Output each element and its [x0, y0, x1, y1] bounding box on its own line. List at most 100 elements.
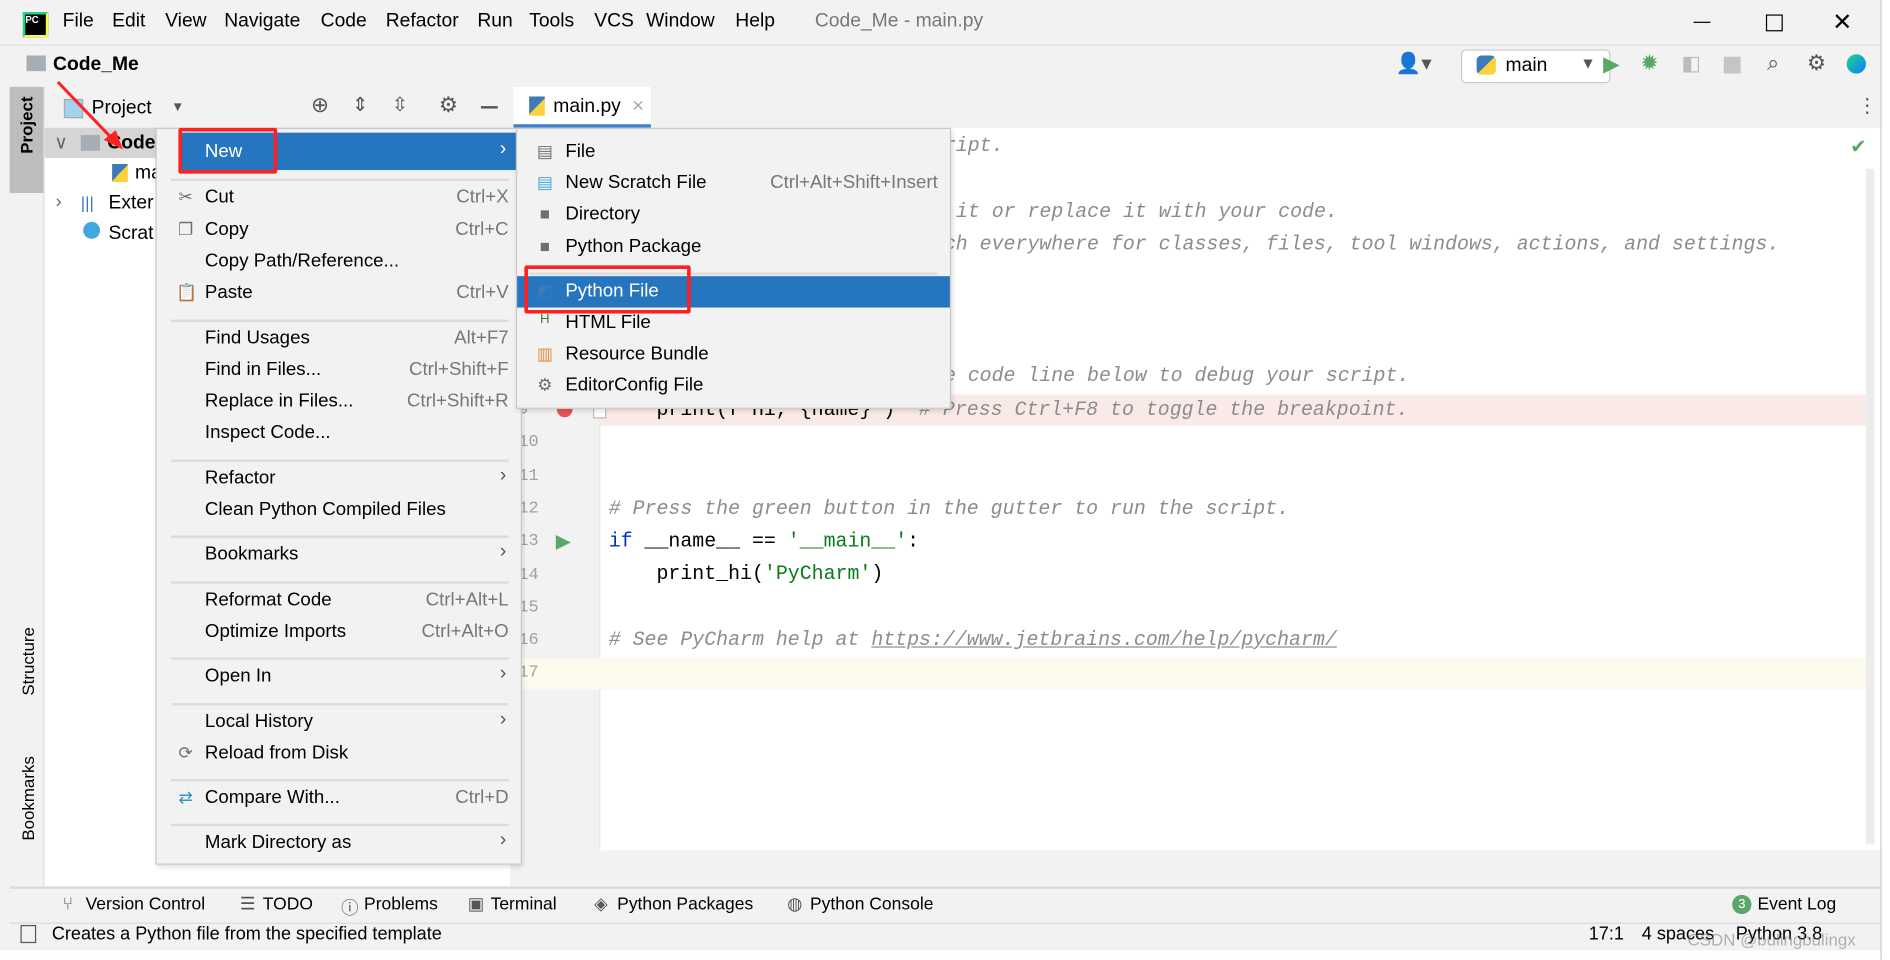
- chevron-down-icon[interactable]: ▼: [171, 100, 184, 114]
- resource-bundle-icon: ▥: [536, 343, 553, 364]
- menu-item-clean-python-compiled-files[interactable]: Clean Python Compiled Files: [157, 494, 521, 525]
- menu-item-copy-path-reference[interactable]: Copy Path/Reference...: [157, 246, 521, 277]
- editor-scrollbar[interactable]: [1865, 168, 1875, 845]
- tool-window-python-packages[interactable]: Python Packages: [617, 895, 753, 914]
- user-icon[interactable]: 👤▾: [1396, 52, 1432, 76]
- hide-icon[interactable]: [480, 106, 498, 109]
- project-breadcrumb[interactable]: Code_Me: [53, 54, 139, 76]
- minimize-button[interactable]: [1693, 21, 1711, 23]
- menu-item-open-in[interactable]: Open In ›: [157, 661, 521, 692]
- menu-item-find-usages[interactable]: Find Usages Alt+F7: [157, 323, 521, 354]
- menu-item-label: Open In: [204, 665, 272, 687]
- chevron-right-icon[interactable]: ›: [55, 192, 61, 214]
- locate-icon[interactable]: ⊕: [311, 93, 329, 118]
- maximize-button[interactable]: [1765, 14, 1783, 32]
- menu-item-label: Resource Bundle: [565, 343, 709, 365]
- run-gutter-icon[interactable]: ▶: [556, 529, 571, 553]
- coverage-icon[interactable]: ◧: [1682, 52, 1701, 76]
- bookmarks-tab[interactable]: Bookmarks: [18, 756, 37, 840]
- menu-item-label: Replace in Files...: [204, 390, 354, 412]
- menu-item-label: Refactor: [204, 467, 276, 489]
- expand-all-icon[interactable]: ⇕: [352, 93, 368, 117]
- window-shadow-right: [1880, 0, 1890, 960]
- pycharm-logo: PC: [22, 12, 49, 38]
- menu-item-resource-bundle[interactable]: ▥ Resource Bundle: [517, 339, 950, 370]
- tree-item-scratches[interactable]: Scrat: [108, 223, 153, 245]
- code-line-1: ript.: [943, 133, 1004, 157]
- tool-window-todo[interactable]: TODO: [263, 895, 313, 914]
- tool-window-version-control[interactable]: Version Control: [86, 895, 206, 914]
- menu-item-paste[interactable]: 📋 Paste Ctrl+V: [157, 278, 521, 309]
- menu-item-find-in-files[interactable]: Find in Files... Ctrl+Shift+F: [157, 354, 521, 385]
- stop-icon[interactable]: [1723, 56, 1741, 74]
- close-button[interactable]: ✕: [1832, 7, 1852, 37]
- menu-item-reformat-code[interactable]: Reformat Code Ctrl+Alt+L: [157, 584, 521, 615]
- tree-item-external-libraries[interactable]: Exter: [108, 193, 153, 215]
- menu-view[interactable]: View: [165, 11, 206, 33]
- gear-icon[interactable]: ⚙: [1807, 51, 1826, 76]
- jetbrains-toolbox-icon[interactable]: [1846, 54, 1866, 74]
- menu-item-replace-in-files[interactable]: Replace in Files... Ctrl+Shift+R: [157, 386, 521, 417]
- run-config-select[interactable]: main ▼: [1460, 49, 1611, 84]
- editorconfig-icon: ⚙: [537, 375, 553, 395]
- menu-file[interactable]: File: [63, 11, 94, 33]
- menu-item-copy[interactable]: ❐ Copy Ctrl+C: [157, 214, 521, 245]
- menu-vcs[interactable]: VCS: [594, 11, 634, 33]
- status-toggle-icon[interactable]: [20, 925, 37, 944]
- menu-item-reload-from-disk[interactable]: ⟳ Reload from Disk: [157, 738, 521, 769]
- more-icon[interactable]: ⋮: [1858, 94, 1877, 118]
- tab-main-py[interactable]: main.py ✕: [513, 86, 651, 128]
- menu-item-shortcut: Alt+F7: [454, 327, 509, 348]
- menu-item-new-scratch-file[interactable]: ▤ New Scratch File Ctrl+Alt+Shift+Insert: [517, 168, 950, 199]
- menu-item-inspect-code[interactable]: Inspect Code...: [157, 418, 521, 449]
- menu-item-optimize-imports[interactable]: Optimize Imports Ctrl+Alt+O: [157, 616, 521, 647]
- structure-tab[interactable]: Structure: [18, 627, 37, 696]
- copy-icon: ❐: [178, 219, 194, 239]
- menu-navigate[interactable]: Navigate: [224, 11, 300, 33]
- list-icon: ☰: [239, 894, 256, 915]
- menu-item-file[interactable]: ▤ File: [517, 136, 950, 167]
- tool-window-python-console[interactable]: Python Console: [810, 895, 933, 914]
- menu-item-local-history[interactable]: Local History ›: [157, 706, 521, 737]
- caret-position[interactable]: 17:1: [1589, 924, 1624, 945]
- menu-item-editorconfig-file[interactable]: ⚙ EditorConfig File: [517, 371, 950, 402]
- string-literal: 'PyCharm': [763, 561, 872, 585]
- menu-item-python-package[interactable]: ■ Python Package: [517, 231, 950, 262]
- tool-window-problems[interactable]: Problems: [364, 895, 438, 914]
- menu-item-bookmarks[interactable]: Bookmarks ›: [157, 539, 521, 570]
- menu-item-directory[interactable]: ■ Directory: [517, 199, 950, 230]
- run-icon[interactable]: ▶: [1603, 52, 1620, 77]
- collapse-all-icon[interactable]: ⇳: [392, 93, 408, 117]
- menu-refactor[interactable]: Refactor: [386, 11, 459, 33]
- scratch-file-icon: ▤: [536, 172, 553, 192]
- menu-edit[interactable]: Edit: [112, 11, 145, 33]
- project-tool-tab[interactable]: Project: [9, 86, 44, 193]
- menu-item-label: Reload from Disk: [204, 742, 349, 764]
- search-icon[interactable]: ⌕: [1767, 51, 1779, 76]
- watermark: CSDN @bulingbulingx: [1687, 929, 1856, 950]
- debug-icon[interactable]: ✹: [1641, 51, 1659, 76]
- menu-item-refactor[interactable]: Refactor ›: [157, 463, 521, 494]
- help-link[interactable]: https://www.jetbrains.com/help/pycharm/: [871, 628, 1336, 651]
- branch-icon: ⑂: [62, 894, 74, 915]
- close-tab-icon[interactable]: ✕: [632, 96, 645, 115]
- scratches-icon: [83, 221, 101, 239]
- menu-run[interactable]: Run: [477, 11, 512, 33]
- tool-window-event-log[interactable]: Event Log: [1757, 895, 1836, 914]
- tool-window-terminal[interactable]: Terminal: [491, 895, 557, 914]
- menu-item-shortcut: Ctrl+Alt+L: [425, 589, 509, 610]
- pycharm-window: PC File Edit View Navigate Code Refactor Run To…: [0, 0, 1890, 960]
- chevron-right-icon: ›: [499, 541, 507, 563]
- menu-code[interactable]: Code: [321, 11, 367, 33]
- menu-help[interactable]: Help: [735, 11, 775, 33]
- menu-item-label: Local History: [204, 710, 313, 732]
- menu-window[interactable]: Window: [646, 11, 715, 33]
- menu-item-cut[interactable]: ✂ Cut Ctrl+X: [157, 182, 521, 213]
- menu-item-label: Find Usages: [204, 327, 310, 348]
- gear-icon[interactable]: ⚙: [439, 93, 458, 118]
- menu-item-shortcut: Ctrl+Shift+F: [408, 359, 509, 380]
- menu-item-mark-directory-as[interactable]: Mark Directory as ›: [157, 828, 521, 859]
- menu-item-compare-with[interactable]: ⇄ Compare With... Ctrl+D: [157, 783, 521, 814]
- code-text: print_hi(: [608, 561, 764, 585]
- menu-tools[interactable]: Tools: [529, 11, 574, 33]
